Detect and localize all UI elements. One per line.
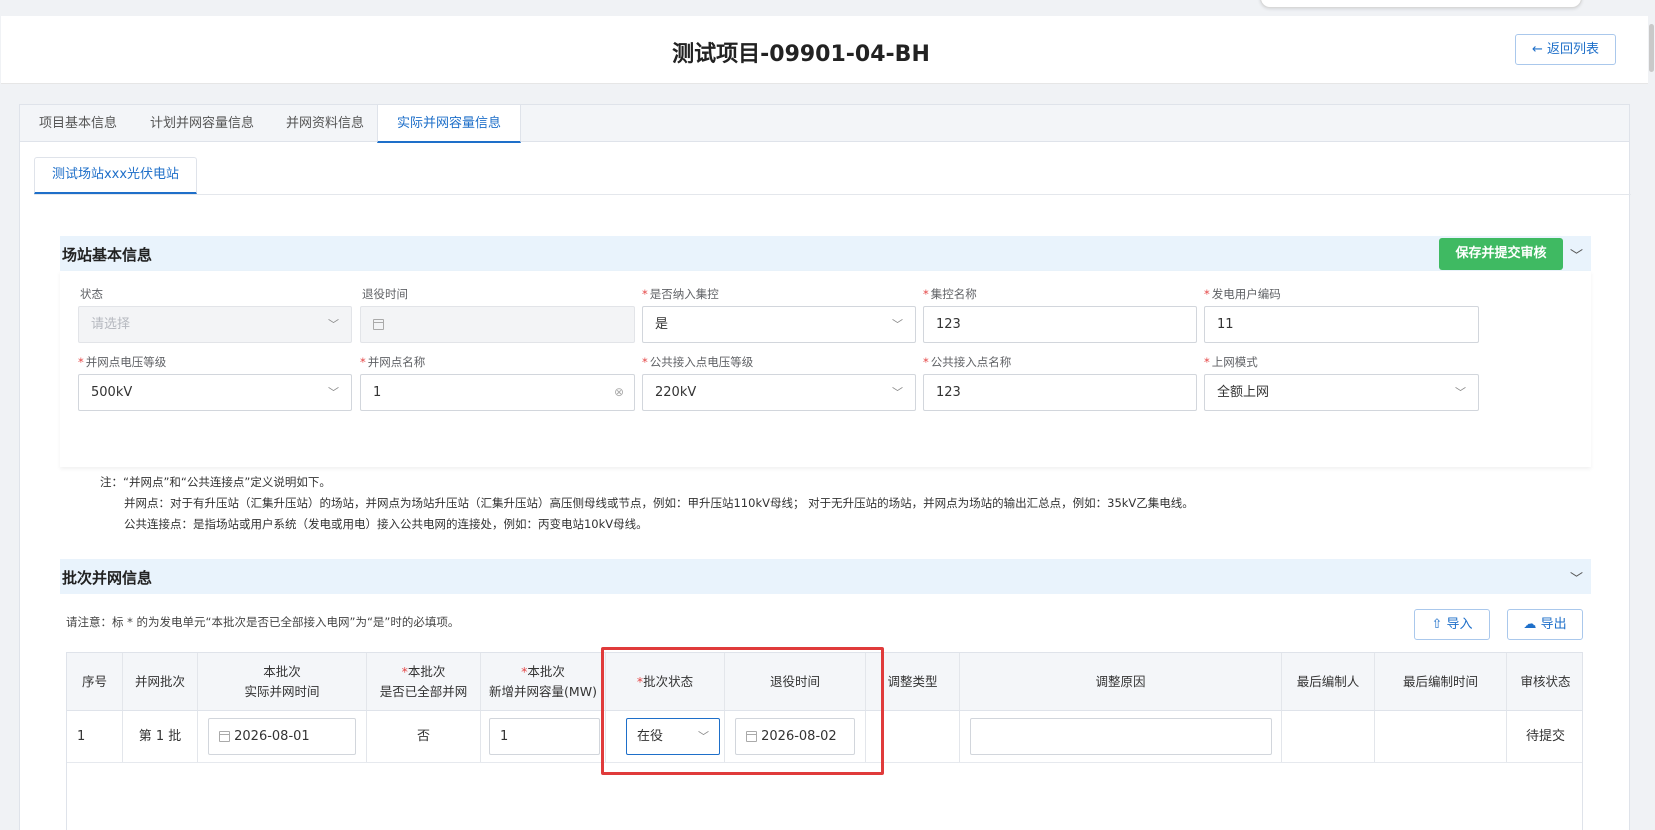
status-select: 请选择 ﹀ <box>78 306 352 343</box>
import-button[interactable]: ⇧ 导入 <box>1414 609 1490 640</box>
station-tab-divider <box>34 194 1631 195</box>
tab-grid-documents[interactable]: 并网资料信息 <box>267 105 383 142</box>
save-submit-button[interactable]: 保存并提交审核 <box>1439 238 1563 270</box>
grid-mode-select[interactable]: 全额上网 ﹀ <box>1204 374 1479 411</box>
user-code-input[interactable]: 11 <box>1204 306 1479 343</box>
col-actual-time: 本批次 实际并网时间 <box>198 653 367 710</box>
batch-section-title: 批次并网信息 <box>62 569 153 587</box>
col-all-connected: *本批次 是否已全部并网 <box>367 653 481 710</box>
adjust-reason-input[interactable] <box>970 718 1272 755</box>
definition-note: 注：“并网点”和“公共连接点”定义说明如下。 并网点：对于有升压站（汇集升压站）… <box>100 472 1194 535</box>
note-line-3: 公共连接点：是指场站或用户系统（发电或用电）接入公共电网的连接处，例如：丙变电站… <box>124 517 648 531</box>
status-label: 状态 <box>80 287 103 301</box>
chevron-down-icon: ﹀ <box>892 318 903 331</box>
chevron-down-icon[interactable]: ﹀ <box>1570 245 1583 264</box>
export-button[interactable]: ☁ 导出 <box>1507 609 1583 640</box>
col-adjust-reason: 调整原因 <box>960 653 1282 710</box>
station-section-title: 场站基本信息 <box>62 246 153 264</box>
tab-planned-capacity[interactable]: 计划并网容量信息 <box>131 105 273 142</box>
centralized-control-select[interactable]: 是 ﹀ <box>642 306 916 343</box>
cell-all-connected: 否 <box>367 711 481 762</box>
col-last-edit-time: 最后编制时间 <box>1375 653 1507 710</box>
page-title: 测试项目-09901-04-BH <box>672 42 930 67</box>
chevron-down-icon: ﹀ <box>328 386 339 399</box>
chevron-down-icon: ﹀ <box>328 318 339 331</box>
col-seq: 序号 <box>67 653 123 710</box>
grid-point-name-label: * 并网点名称 <box>360 355 426 369</box>
grid-point-name-input[interactable]: 1 ⊗ <box>360 374 635 411</box>
new-capacity-input[interactable]: 1 <box>489 718 600 755</box>
col-new-capacity: *本批次 新增并网容量(MW) <box>481 653 606 710</box>
calendar-icon <box>373 319 384 330</box>
tabs-bar: 项目基本信息 计划并网容量信息 并网资料信息 实际并网容量信息 <box>20 105 1629 143</box>
control-name-input[interactable]: 123 <box>923 306 1197 343</box>
station-section-header[interactable]: 场站基本信息 保存并提交审核 ﹀ <box>60 236 1591 271</box>
note-line-1: 注：“并网点”和“公共连接点”定义说明如下。 <box>100 475 331 489</box>
cell-actual-time: 2026-08-01 <box>198 711 367 762</box>
col-batch: 并网批次 <box>123 653 198 710</box>
station-form: 状态 请选择 ﹀ 退役时间 * 是否纳入集控 是 ﹀ * 集控名称 123 * 发电用户编… <box>60 271 1591 467</box>
grid-voltage-select[interactable]: 500kV ﹀ <box>78 374 352 411</box>
control-name-label: * 集控名称 <box>923 287 977 301</box>
station-tab[interactable]: 测试场站xxx光伏电站 <box>34 157 197 194</box>
chevron-down-icon[interactable]: ﹀ <box>1570 568 1583 587</box>
upload-icon: ⇧ <box>1431 617 1447 632</box>
tab-project-basic-info[interactable]: 项目基本信息 <box>20 105 136 142</box>
col-last-editor: 最后编制人 <box>1282 653 1375 710</box>
centralized-control-label: * 是否纳入集控 <box>642 287 719 301</box>
retire-time-label: 退役时间 <box>362 287 408 301</box>
cell-new-capacity: 1 <box>481 711 606 762</box>
top-overlay-panel <box>1260 0 1582 8</box>
scrollbar-thumb[interactable] <box>1649 24 1654 72</box>
public-point-name-label: * 公共接入点名称 <box>923 355 1012 369</box>
page-header: 测试项目-09901-04-BH ← 返回列表 <box>1 16 1649 84</box>
note-line-2: 并网点：对于有升压站（汇集升压站）的场站，并网点为场站升压站（汇集升压站）高压侧… <box>124 496 1194 510</box>
page-scrollbar[interactable] <box>1648 0 1655 830</box>
batch-hint: 请注意：标 * 的为发电单元“本批次是否已全部接入电网”为“是”时的必填项。 <box>66 615 460 629</box>
highlight-annotation-box <box>601 647 884 775</box>
public-point-name-input[interactable]: 123 <box>923 374 1197 411</box>
cell-batch: 第 1 批 <box>123 711 198 762</box>
cell-last-editor <box>1282 711 1375 762</box>
cell-review-status: 待提交 <box>1525 728 1565 744</box>
user-code-label: * 发电用户编码 <box>1204 287 1281 301</box>
col-review-status: 审核状态 <box>1520 673 1571 689</box>
cell-last-edit-time <box>1375 711 1507 762</box>
batch-section-header[interactable]: 批次并网信息 ﹀ <box>60 559 1591 594</box>
public-voltage-select[interactable]: 220kV ﹀ <box>642 374 916 411</box>
retire-time-datepicker <box>360 306 635 343</box>
grid-voltage-label: * 并网点电压等级 <box>78 355 167 369</box>
cloud-download-icon: ☁ <box>1523 617 1541 632</box>
calendar-icon <box>219 731 230 742</box>
chevron-down-icon: ﹀ <box>1455 386 1466 399</box>
cell-seq: 1 <box>67 711 123 762</box>
cell-adjust-reason <box>960 711 1282 762</box>
public-voltage-label: * 公共接入点电压等级 <box>642 355 754 369</box>
back-to-list-button[interactable]: ← 返回列表 <box>1515 34 1616 65</box>
tab-actual-capacity[interactable]: 实际并网容量信息 <box>377 105 522 143</box>
actual-time-datepicker[interactable]: 2026-08-01 <box>208 718 356 755</box>
clear-icon[interactable]: ⊗ <box>614 375 624 410</box>
chevron-down-icon: ﹀ <box>892 386 903 399</box>
grid-mode-label: * 上网模式 <box>1204 355 1258 369</box>
